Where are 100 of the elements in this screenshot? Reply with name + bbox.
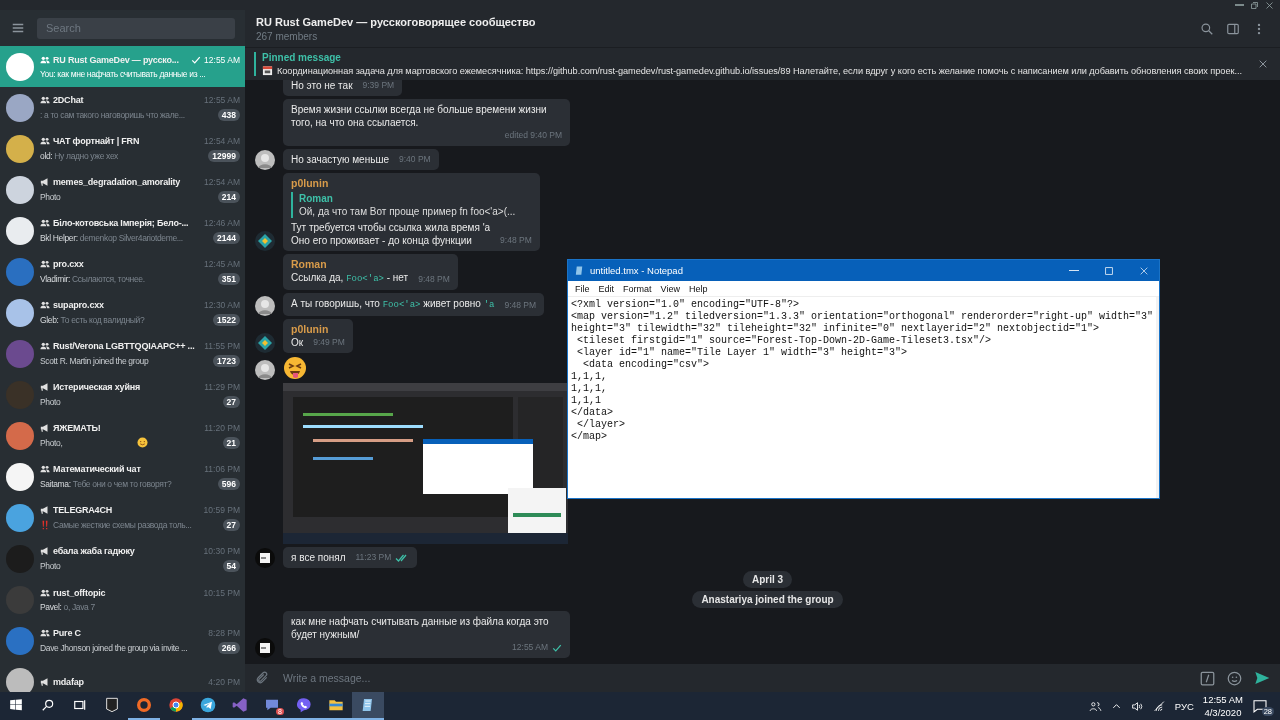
search-icon — [1200, 21, 1214, 36]
maximize-icon — [1104, 265, 1114, 276]
emoji-icon — [283, 356, 307, 380]
chat-list-item[interactable]: ЯЖЕМАТЬ! 11:20 PM Photo, 21 — [0, 415, 245, 456]
avatar — [255, 638, 275, 658]
message-author: Roman — [291, 258, 328, 271]
close-icon — [1139, 265, 1149, 276]
text-line: 1,1,1 — [571, 395, 602, 407]
avatar — [6, 216, 34, 245]
group-icon — [40, 463, 50, 474]
message-preview: Saitama: Тебе они о чем то говорят? — [40, 478, 172, 489]
menu-item[interactable]: File — [571, 283, 594, 294]
megaphone-icon — [40, 422, 50, 433]
chat-time: 11:29 PM — [204, 381, 240, 392]
group-icon — [40, 135, 50, 146]
menu-item[interactable]: Help — [684, 283, 712, 294]
chat-list-item[interactable]: Истерическая хуйня 11:29 PM Photo 27 — [0, 374, 245, 415]
chat-time: 12:46 AM — [204, 217, 240, 228]
notepad-icon — [574, 265, 585, 276]
chrome-icon — [168, 697, 184, 713]
text-line: </data> — [571, 407, 614, 419]
restore-icon — [1250, 0, 1259, 10]
unread-count: 2144 — [213, 231, 240, 244]
message-text: Но зачастую меньше — [291, 153, 389, 166]
chat-list-item[interactable]: Математический чат 11:06 PM Saitama: Тебе они о чем то говорят? 596 — [0, 456, 245, 497]
chat-list-item[interactable]: Rust/Verona LGBTTQQIAAPC++ ... 11:55 PM Scott R. Martin joined the group 1723 — [0, 333, 245, 374]
avatar — [6, 544, 34, 573]
message-composer[interactable]: Write a message... — [245, 664, 1280, 692]
chat-time: 12:30 AM — [204, 299, 240, 310]
chat-bubble-icon — [264, 697, 280, 713]
window-title: untitled.tmx - Notepad — [590, 265, 684, 276]
speaker-icon — [1130, 699, 1144, 713]
search-icon — [41, 698, 55, 712]
check-icon — [552, 642, 562, 653]
chat-list-item[interactable]: 2DChat 12:55 AM : а то сам такого наговоришь что жале... 438 — [0, 87, 245, 128]
chat-time: 11:20 PM — [204, 422, 240, 433]
unread-count: 1522 — [213, 313, 240, 326]
avatar — [255, 360, 275, 380]
menu-item[interactable]: Format — [619, 283, 656, 294]
megaphone-icon — [40, 176, 50, 187]
message-author: p0lunin — [291, 323, 330, 336]
avatar — [255, 548, 275, 568]
megaphone-icon — [40, 381, 50, 392]
text-line: 1,1,1, — [571, 371, 608, 383]
chat-title: mdafap — [53, 676, 84, 687]
service-message: Anastariya joined the group — [692, 591, 843, 608]
chat-list-item[interactable]: rust_offtopic 10:15 PM Pavel: o, Java 7 — [0, 579, 245, 620]
avatar — [255, 150, 275, 170]
chat-list-item[interactable]: supapro.cxx 12:30 AM Gleb: То есть код валидный? 1522 — [0, 292, 245, 333]
chat-list-item[interactable]: ебала жаба гадюку 10:30 PM Photo 54 — [0, 538, 245, 579]
message-field[interactable]: Write a message... — [281, 671, 1188, 685]
language-indicator[interactable]: РУС — [1174, 700, 1194, 712]
group-icon — [40, 258, 50, 269]
avatar — [6, 52, 34, 81]
avatar — [6, 93, 34, 122]
chat-list-item[interactable]: memes_degradation_amorality 12:54 AM Photo 214 — [0, 169, 245, 210]
chat-list-item[interactable]: TELEGRA4CH 10:59 PM Самые жесткие схемы развода толь... 27 — [0, 497, 245, 538]
pinned-message[interactable]: Координационная задача для мартовского ежемесячника: https://github.com/rust-gamedev/rust-gamedev.github.io/issues/89 Налетайте, если вдруг у кого есть желание помочь с написанием или добавить обновления своих проек... — [277, 65, 1242, 76]
message-preview: Photo, — [40, 437, 63, 448]
chat-time: 11:55 PM — [204, 340, 240, 351]
check-icon — [191, 54, 202, 65]
text-line: </layer> — [576, 419, 626, 431]
message-text: как мне нафчать считывать данные из файла когда это будет нужным/ — [291, 615, 550, 641]
unread-count: 54 — [222, 559, 240, 572]
chat-title: RU Rust GameDev — русскоговорящее сообщество — [256, 15, 537, 28]
megaphone-icon — [40, 676, 50, 687]
paper-plane-icon — [200, 697, 216, 713]
shield-icon — [104, 697, 120, 713]
chat-list-item[interactable]: ЧАТ фортнайт | FRN 12:54 AM old: Ну ладно уже хех 12999 — [0, 128, 245, 169]
message-preview: You: как мне нафчать считывать данные из ... — [40, 68, 206, 79]
group-icon — [40, 54, 50, 65]
message-time: 9:39 PM — [362, 80, 395, 92]
message-preview: Photo — [40, 191, 61, 202]
unread-count: 596 — [217, 477, 240, 490]
text-line: <?xml version="1.0" encoding="UTF-8"?> — [571, 299, 801, 311]
chat-title: TELEGRA4CH — [53, 504, 112, 515]
message-time: 11:23 PM — [355, 551, 392, 564]
menu-item[interactable]: Edit — [594, 283, 619, 294]
chat-time: 12:54 AM — [204, 176, 240, 187]
unread-count: 214 — [217, 190, 240, 203]
chat-title: pro.cxx — [53, 258, 84, 269]
chat-list-item[interactable]: pro.cxx 12:45 AM Vladimir: Ссылаются, точнее. 351 — [0, 251, 245, 292]
message-time: 9:48 PM — [504, 299, 537, 312]
smiley-icon — [1227, 670, 1242, 686]
chat-title: 2DChat — [53, 94, 84, 105]
menu-icon — [11, 21, 25, 35]
avatar — [6, 626, 34, 655]
group-icon — [40, 217, 50, 228]
minimize-icon — [1069, 270, 1079, 271]
menu-item[interactable]: View — [656, 283, 684, 294]
chat-list-item[interactable]: Pure C 8:28 PM Dave Jhonson joined the group via invite ... 266 — [0, 620, 245, 661]
clock-time: 12:55 AM — [1202, 694, 1243, 705]
group-icon — [40, 587, 50, 598]
chat-time: 8:28 PM — [208, 627, 240, 638]
chat-title: Біло-котовська Імперія; Бело-... — [53, 217, 189, 228]
chat-time: 4:20 PM — [208, 676, 240, 687]
chat-time: 10:59 PM — [203, 504, 240, 515]
chat-list-item[interactable]: Біло-котовська Імперія; Бело-... 12:46 AM Bkl Helper: demenkop Silver4ariotdeme... 2144 — [0, 210, 245, 251]
text-line: <data encoding="csv"> — [582, 359, 711, 371]
text-line: </map> — [571, 431, 608, 443]
